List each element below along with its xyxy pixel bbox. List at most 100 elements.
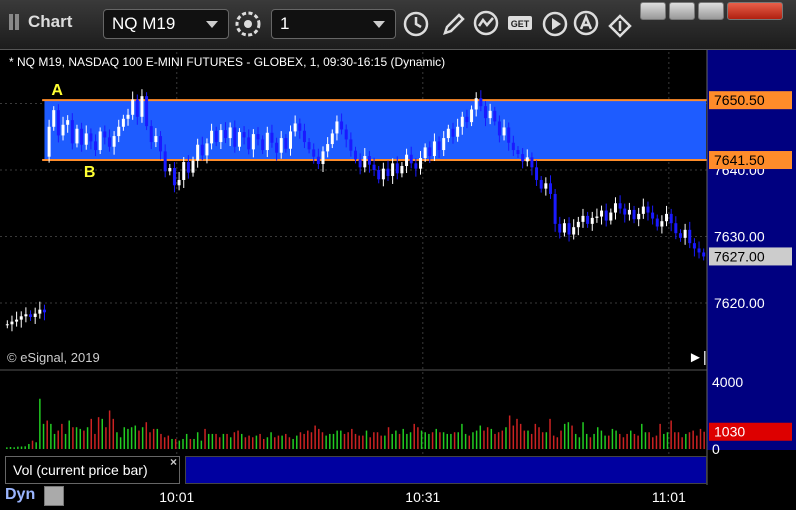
candle-body: [131, 99, 135, 115]
candle-body: [358, 159, 362, 168]
candle-body: [126, 114, 130, 119]
time-tick-label: 10:01: [159, 489, 194, 505]
candle-body: [33, 313, 37, 317]
play-icon[interactable]: [540, 9, 570, 39]
pencil-icon[interactable]: [439, 9, 469, 39]
candle-body: [149, 126, 153, 143]
candle-body: [586, 215, 590, 224]
candle-body: [344, 129, 348, 140]
candle-body: [377, 170, 381, 180]
price-tick-label: 7620.00: [714, 295, 765, 311]
candle-body: [228, 127, 232, 139]
candle-body: [697, 248, 701, 253]
time-tick-label: 11:01: [652, 489, 686, 505]
alert-icon[interactable]: [572, 9, 602, 39]
link-icon[interactable]: [605, 9, 635, 39]
candle-body: [94, 141, 98, 151]
interval-dropdown[interactable]: 1: [271, 9, 396, 39]
dyn-label: Dyn: [5, 486, 36, 503]
candle-body: [163, 151, 167, 172]
candle-body: [669, 213, 673, 224]
candle-body: [423, 147, 427, 159]
restore-icon[interactable]: [669, 2, 695, 20]
volume-study-strip: [185, 456, 707, 484]
candle-body: [29, 314, 33, 317]
candle-body: [391, 163, 395, 176]
symbol-value: NQ M19: [112, 14, 176, 33]
candle-body: [646, 206, 650, 213]
candle-body: [613, 203, 617, 213]
candle-body: [261, 139, 265, 151]
candle-body: [655, 218, 659, 227]
candle-body: [381, 168, 385, 180]
candle-body: [405, 154, 409, 167]
candle-body: [558, 223, 562, 233]
candle-body: [191, 160, 195, 173]
study-icon[interactable]: [472, 9, 502, 39]
candle-body: [637, 213, 641, 220]
volume-last-label: 1030: [714, 424, 745, 440]
candle-body: [242, 132, 246, 138]
maximize-icon[interactable]: [698, 2, 724, 20]
candle-body: [595, 216, 599, 218]
close-icon[interactable]: ×: [170, 455, 177, 469]
candle-body: [265, 132, 269, 151]
symbol-dropdown[interactable]: NQ M19: [103, 9, 229, 39]
candle-body: [372, 164, 376, 170]
candle-body: [293, 123, 297, 132]
candle-body: [470, 109, 474, 123]
candle-body: [367, 156, 371, 165]
candle-body: [562, 223, 566, 233]
candle-body: [330, 133, 334, 145]
candle-body: [251, 134, 255, 150]
candle-body: [479, 98, 483, 107]
candle-body: [340, 121, 344, 130]
lock-icon[interactable]: [44, 486, 64, 506]
volume-study-label[interactable]: Vol (current price bar): [5, 456, 180, 484]
candle-body: [511, 142, 515, 151]
candle-body: [224, 130, 228, 139]
candle-body: [683, 229, 687, 238]
candle-body: [363, 156, 367, 168]
candle-body: [107, 137, 111, 147]
candle-body: [400, 166, 404, 174]
last-price-label: 7627.00: [714, 248, 765, 264]
get-icon[interactable]: GET: [505, 9, 535, 39]
candle-body: [474, 98, 478, 110]
candle-body: [525, 157, 529, 162]
candle-body: [103, 131, 107, 138]
close-icon[interactable]: [727, 2, 783, 20]
candle-body: [641, 206, 645, 214]
candle-body: [117, 126, 121, 137]
candle-body: [548, 183, 552, 194]
candle-body: [247, 137, 251, 150]
candle-body: [200, 144, 204, 156]
candle-body: [177, 179, 181, 186]
candle-body: [456, 126, 460, 137]
candle-body: [219, 130, 223, 143]
copyright-text: © eSignal, 2019: [7, 350, 100, 365]
minimize-icon[interactable]: [640, 2, 666, 20]
candle-body: [567, 223, 571, 235]
candle-body: [75, 128, 79, 144]
candle-body: [535, 167, 539, 180]
candle-body: [442, 138, 446, 151]
clock-icon[interactable]: [401, 9, 431, 39]
candle-body: [312, 149, 316, 157]
candle-body: [135, 99, 139, 117]
grip-icon[interactable]: [9, 14, 23, 30]
candle-body: [80, 128, 84, 145]
candle-body: [196, 144, 200, 161]
candle-body: [349, 139, 353, 151]
candle-body: [604, 210, 608, 221]
candle-body: [112, 136, 116, 147]
candle-body: [576, 221, 580, 228]
candle-body: [702, 252, 706, 257]
scroll-end-icon[interactable]: ►|: [688, 349, 707, 366]
candle-body: [186, 162, 190, 173]
candle-body: [544, 183, 548, 189]
gear-icon[interactable]: [233, 9, 263, 39]
candle-body: [233, 127, 237, 147]
candle-body: [465, 116, 469, 123]
candle-body: [521, 154, 525, 162]
